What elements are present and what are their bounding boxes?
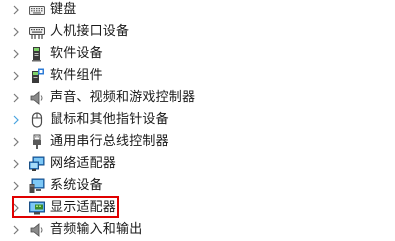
tree-item-label: 网络适配器 — [50, 156, 117, 171]
usb-icon — [29, 134, 45, 150]
chevron-right-icon[interactable] — [10, 175, 22, 197]
tree-item-mouse[interactable]: 鼠标和其他指针设备 — [0, 109, 395, 131]
display-adapter-icon — [29, 200, 45, 216]
chevron-right-icon[interactable] — [10, 43, 22, 65]
chevron-right-icon[interactable] — [10, 219, 22, 241]
tree-item-network-adapters[interactable]: 网络适配器 — [0, 153, 395, 175]
tree-item-label: 软件组件 — [50, 68, 103, 83]
tree-item-label: 鼠标和其他指针设备 — [50, 112, 169, 127]
chevron-right-icon[interactable] — [10, 21, 22, 43]
chevron-right-icon[interactable] — [10, 131, 22, 153]
tree-item-label: 音频输入和输出 — [50, 222, 143, 237]
mouse-icon — [29, 112, 45, 128]
keyboard-icon — [29, 2, 45, 18]
chevron-right-icon[interactable] — [10, 87, 22, 109]
tree-item-system-devices[interactable]: 系统设备 — [0, 175, 395, 197]
tree-item-label: 软件设备 — [50, 46, 103, 61]
network-adapter-icon — [29, 156, 45, 172]
audio-io-icon — [29, 222, 45, 238]
tree-item-label: 显示适配器 — [50, 200, 117, 215]
tree-item-display-adapters[interactable]: 显示适配器 — [0, 197, 395, 219]
chevron-right-icon[interactable] — [10, 153, 22, 175]
speaker-icon — [29, 90, 45, 106]
tree-item-label: 系统设备 — [50, 178, 103, 193]
tree-item-software-device[interactable]: 软件设备 — [0, 43, 395, 65]
tree-item-usb-controllers[interactable]: 通用串行总线控制器 — [0, 131, 395, 153]
hid-icon — [29, 24, 45, 40]
chevron-right-icon[interactable] — [10, 65, 22, 87]
software-component-icon — [29, 68, 45, 84]
tree-item-label: 通用串行总线控制器 — [50, 134, 169, 149]
tree-item-audio-io[interactable]: 音频输入和输出 — [0, 219, 395, 241]
software-device-icon — [29, 46, 45, 62]
tree-item-hid[interactable]: 人机接口设备 — [0, 21, 395, 43]
tree-item-sound-video-game[interactable]: 声音、视频和游戏控制器 — [0, 87, 395, 109]
tree-item-label: 声音、视频和游戏控制器 — [50, 90, 196, 105]
tree-item-label: 人机接口设备 — [50, 24, 130, 39]
chevron-right-icon[interactable] — [10, 0, 22, 21]
chevron-right-icon[interactable] — [10, 109, 22, 131]
tree-item-software-component[interactable]: 软件组件 — [0, 65, 395, 87]
device-tree: 键盘 人机接口设备 软件设备 软件组件 声音、视频和游戏控制器 鼠标和其他指针设… — [0, 0, 395, 241]
tree-item-label: 键盘 — [50, 2, 77, 17]
system-device-icon — [29, 178, 45, 194]
tree-item-keyboard[interactable]: 键盘 — [0, 0, 395, 21]
chevron-right-icon[interactable] — [10, 197, 22, 219]
